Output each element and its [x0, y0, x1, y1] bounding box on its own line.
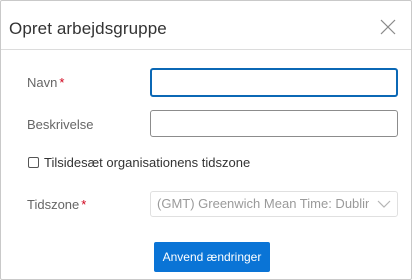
header-divider: [1, 49, 411, 50]
override-timezone-label: Tilsidesæt organisationens tidszone: [44, 155, 251, 170]
override-timezone-checkbox[interactable]: [28, 157, 39, 168]
timezone-label: Tidszone *: [27, 197, 86, 212]
timezone-select[interactable]: (GMT) Greenwich Mean Time: Dublin, Edinb: [150, 191, 398, 217]
name-label: Navn *: [27, 75, 64, 90]
description-input[interactable]: [150, 110, 398, 137]
name-input[interactable]: [150, 68, 398, 97]
chevron-down-icon: [377, 200, 391, 208]
timezone-required-mark: *: [81, 197, 87, 212]
dialog-title: Opret arbejdsgruppe: [9, 19, 167, 38]
override-timezone-checkbox-row[interactable]: Tilsidesæt organisationens tidszone: [28, 155, 250, 170]
description-label: Beskrivelse: [27, 117, 94, 132]
close-button[interactable]: [377, 16, 399, 38]
name-label-text: Navn: [27, 75, 58, 90]
timezone-label-text: Tidszone: [27, 197, 80, 212]
create-workgroup-dialog: Opret arbejdsgruppe Navn * Beskrivelse Ti…: [0, 0, 412, 280]
apply-changes-button[interactable]: Anvend ændringer: [154, 242, 270, 272]
timezone-select-value: (GMT) Greenwich Mean Time: Dublin, Edinb: [157, 196, 369, 211]
dialog-header: Opret arbejdsgruppe: [1, 1, 411, 63]
name-required-mark: *: [59, 75, 65, 90]
close-icon: [380, 19, 396, 35]
